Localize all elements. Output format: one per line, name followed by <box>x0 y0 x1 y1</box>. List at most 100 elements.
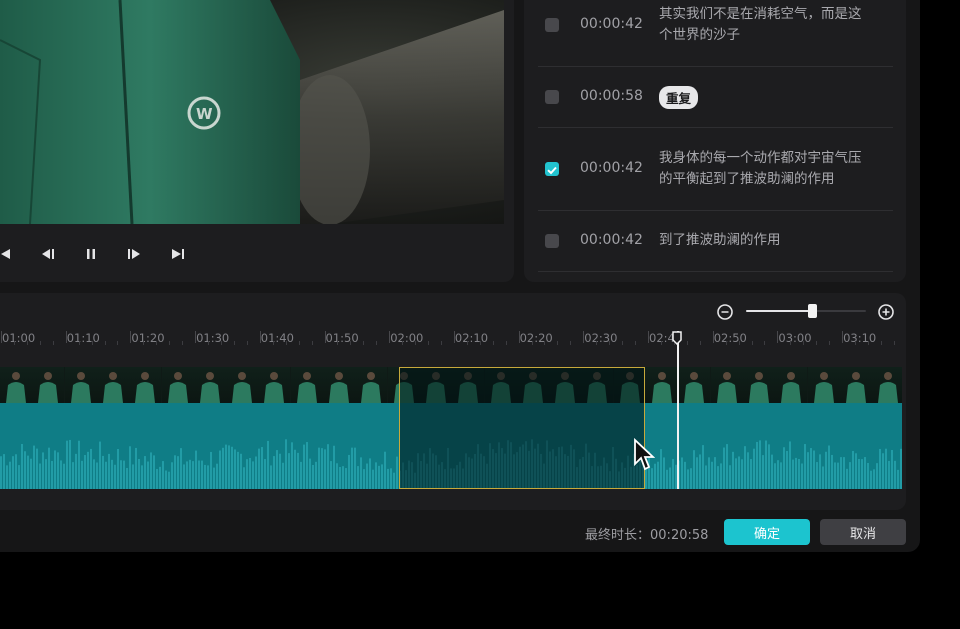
waveform-bar <box>831 454 833 489</box>
ruler-minor-tick <box>880 341 882 345</box>
waveform-bar <box>264 459 266 489</box>
transcript-row[interactable]: 00:00:42 我身体的每一个动作都对宇宙气压的平衡起到了推波助澜的作用 <box>538 128 893 211</box>
waveform-bar <box>711 461 713 489</box>
waveform-bar <box>6 465 8 489</box>
waveform-bar <box>315 461 317 489</box>
skip-back-icon[interactable] <box>0 238 18 270</box>
waveform-bar <box>858 459 860 489</box>
waveform-bar <box>162 461 164 489</box>
waveform-bar <box>789 441 791 489</box>
waveform-bar <box>723 447 725 489</box>
waveform-bar <box>900 448 902 489</box>
ruler-minor-tick <box>208 341 210 345</box>
waveform-bar <box>294 449 296 489</box>
ruler-minor-tick <box>402 341 404 345</box>
waveform-bar <box>720 463 722 489</box>
waveform-bar <box>165 470 167 489</box>
ruler-minor-tick <box>544 341 546 345</box>
thumbnail-frame <box>775 367 808 403</box>
transcript-row[interactable]: 00:00:42 其实我们不是在消耗空气，而是这个世界的沙子 <box>538 0 893 67</box>
waveform-bar <box>246 459 248 489</box>
cancel-button[interactable]: 取消 <box>820 519 906 545</box>
confirm-button[interactable]: 确定 <box>724 519 810 545</box>
waveform-bar <box>321 448 323 489</box>
waveform-bar <box>69 439 71 489</box>
ruler-minor-tick <box>531 341 533 345</box>
waveform-bar <box>324 449 326 489</box>
pause-icon[interactable] <box>77 238 105 270</box>
waveform-bar <box>777 460 779 489</box>
ruler-minor-tick <box>285 341 287 345</box>
waveform-bar <box>828 445 830 489</box>
waveform-bar <box>243 467 245 489</box>
timeline-panel: 01:00 01:10 01:20 01:30 01:40 01:50 02:00 02:10… <box>0 293 906 510</box>
waveform-bar <box>144 456 146 489</box>
skip-forward-icon[interactable] <box>164 238 192 270</box>
waveform-bar <box>345 468 347 489</box>
waveform-bar <box>114 464 116 489</box>
ruler-minor-tick <box>609 341 611 345</box>
ruler-tick-label: 03:00 <box>778 331 812 345</box>
waveform-bar <box>744 446 746 489</box>
step-forward-icon[interactable] <box>120 238 148 270</box>
ruler-minor-tick <box>220 341 222 345</box>
row-checkbox[interactable] <box>545 234 559 248</box>
waveform-bar <box>330 461 332 489</box>
zoom-slider-knob[interactable] <box>808 304 817 318</box>
waveform-bar <box>870 470 872 489</box>
waveform-bar <box>864 457 866 489</box>
thumbnail-frame <box>646 367 678 403</box>
row-checkbox[interactable] <box>545 162 559 176</box>
waveform-bar <box>795 457 797 489</box>
waveform-bar <box>396 456 398 489</box>
waveform-bar <box>291 442 293 489</box>
waveform-bar <box>42 452 44 489</box>
waveform-bar <box>372 469 374 489</box>
ruler-minor-tick <box>893 341 895 345</box>
waveform-bar <box>126 467 128 489</box>
ruler-tick-label: 01:30 <box>196 331 230 345</box>
row-checkbox[interactable] <box>545 90 559 104</box>
ruler-tick-label: 01:00 <box>2 331 36 345</box>
ruler-minor-tick <box>246 341 248 345</box>
waveform-bar <box>198 460 200 489</box>
zoom-in-icon[interactable] <box>876 302 896 322</box>
ruler-minor-tick <box>350 341 352 345</box>
selected-segment[interactable] <box>399 367 645 489</box>
waveform-bar <box>60 460 62 489</box>
video-frame[interactable]: W <box>0 0 504 224</box>
thumbnail-frame <box>839 367 872 403</box>
ruler-tick-label: 02:20 <box>519 331 553 345</box>
waveform-bar <box>27 455 29 489</box>
thumbnail-frame <box>96 367 129 403</box>
waveform-bar <box>762 455 764 489</box>
ruler-minor-tick <box>557 341 559 345</box>
waveform-bar <box>270 465 272 489</box>
zoom-out-icon[interactable] <box>715 302 735 322</box>
waveform-bar <box>819 454 821 489</box>
waveform-bar <box>876 463 878 489</box>
ruler-minor-tick <box>867 341 869 345</box>
waveform-bar <box>696 457 698 489</box>
ruler-minor-tick <box>829 341 831 345</box>
playhead[interactable] <box>672 331 682 489</box>
waveform-bar <box>747 452 749 489</box>
waveform-bar <box>816 462 818 489</box>
playhead-handle-icon[interactable] <box>672 331 682 345</box>
row-checkbox[interactable] <box>545 18 559 32</box>
waveform-bar <box>666 469 668 489</box>
waveform-bar <box>756 441 758 489</box>
waveform-bar <box>240 453 242 489</box>
transcript-row[interactable]: 00:00:58 重复 <box>538 67 893 128</box>
thumbnail-frame <box>226 367 259 403</box>
zoom-slider[interactable] <box>746 304 866 318</box>
waveform-bar <box>738 456 740 489</box>
waveform-bar <box>381 464 383 489</box>
ruler-minor-tick <box>376 341 378 345</box>
transcript-row[interactable]: 00:00:42 到了推波助澜的作用 <box>538 211 893 272</box>
timeline-ruler[interactable]: 01:00 01:10 01:20 01:30 01:40 01:50 02:00 02:10… <box>0 331 906 367</box>
step-back-icon[interactable] <box>34 238 62 270</box>
waveform-bar <box>849 462 851 489</box>
waveform-bar <box>780 462 782 489</box>
waveform-bar <box>237 451 239 489</box>
